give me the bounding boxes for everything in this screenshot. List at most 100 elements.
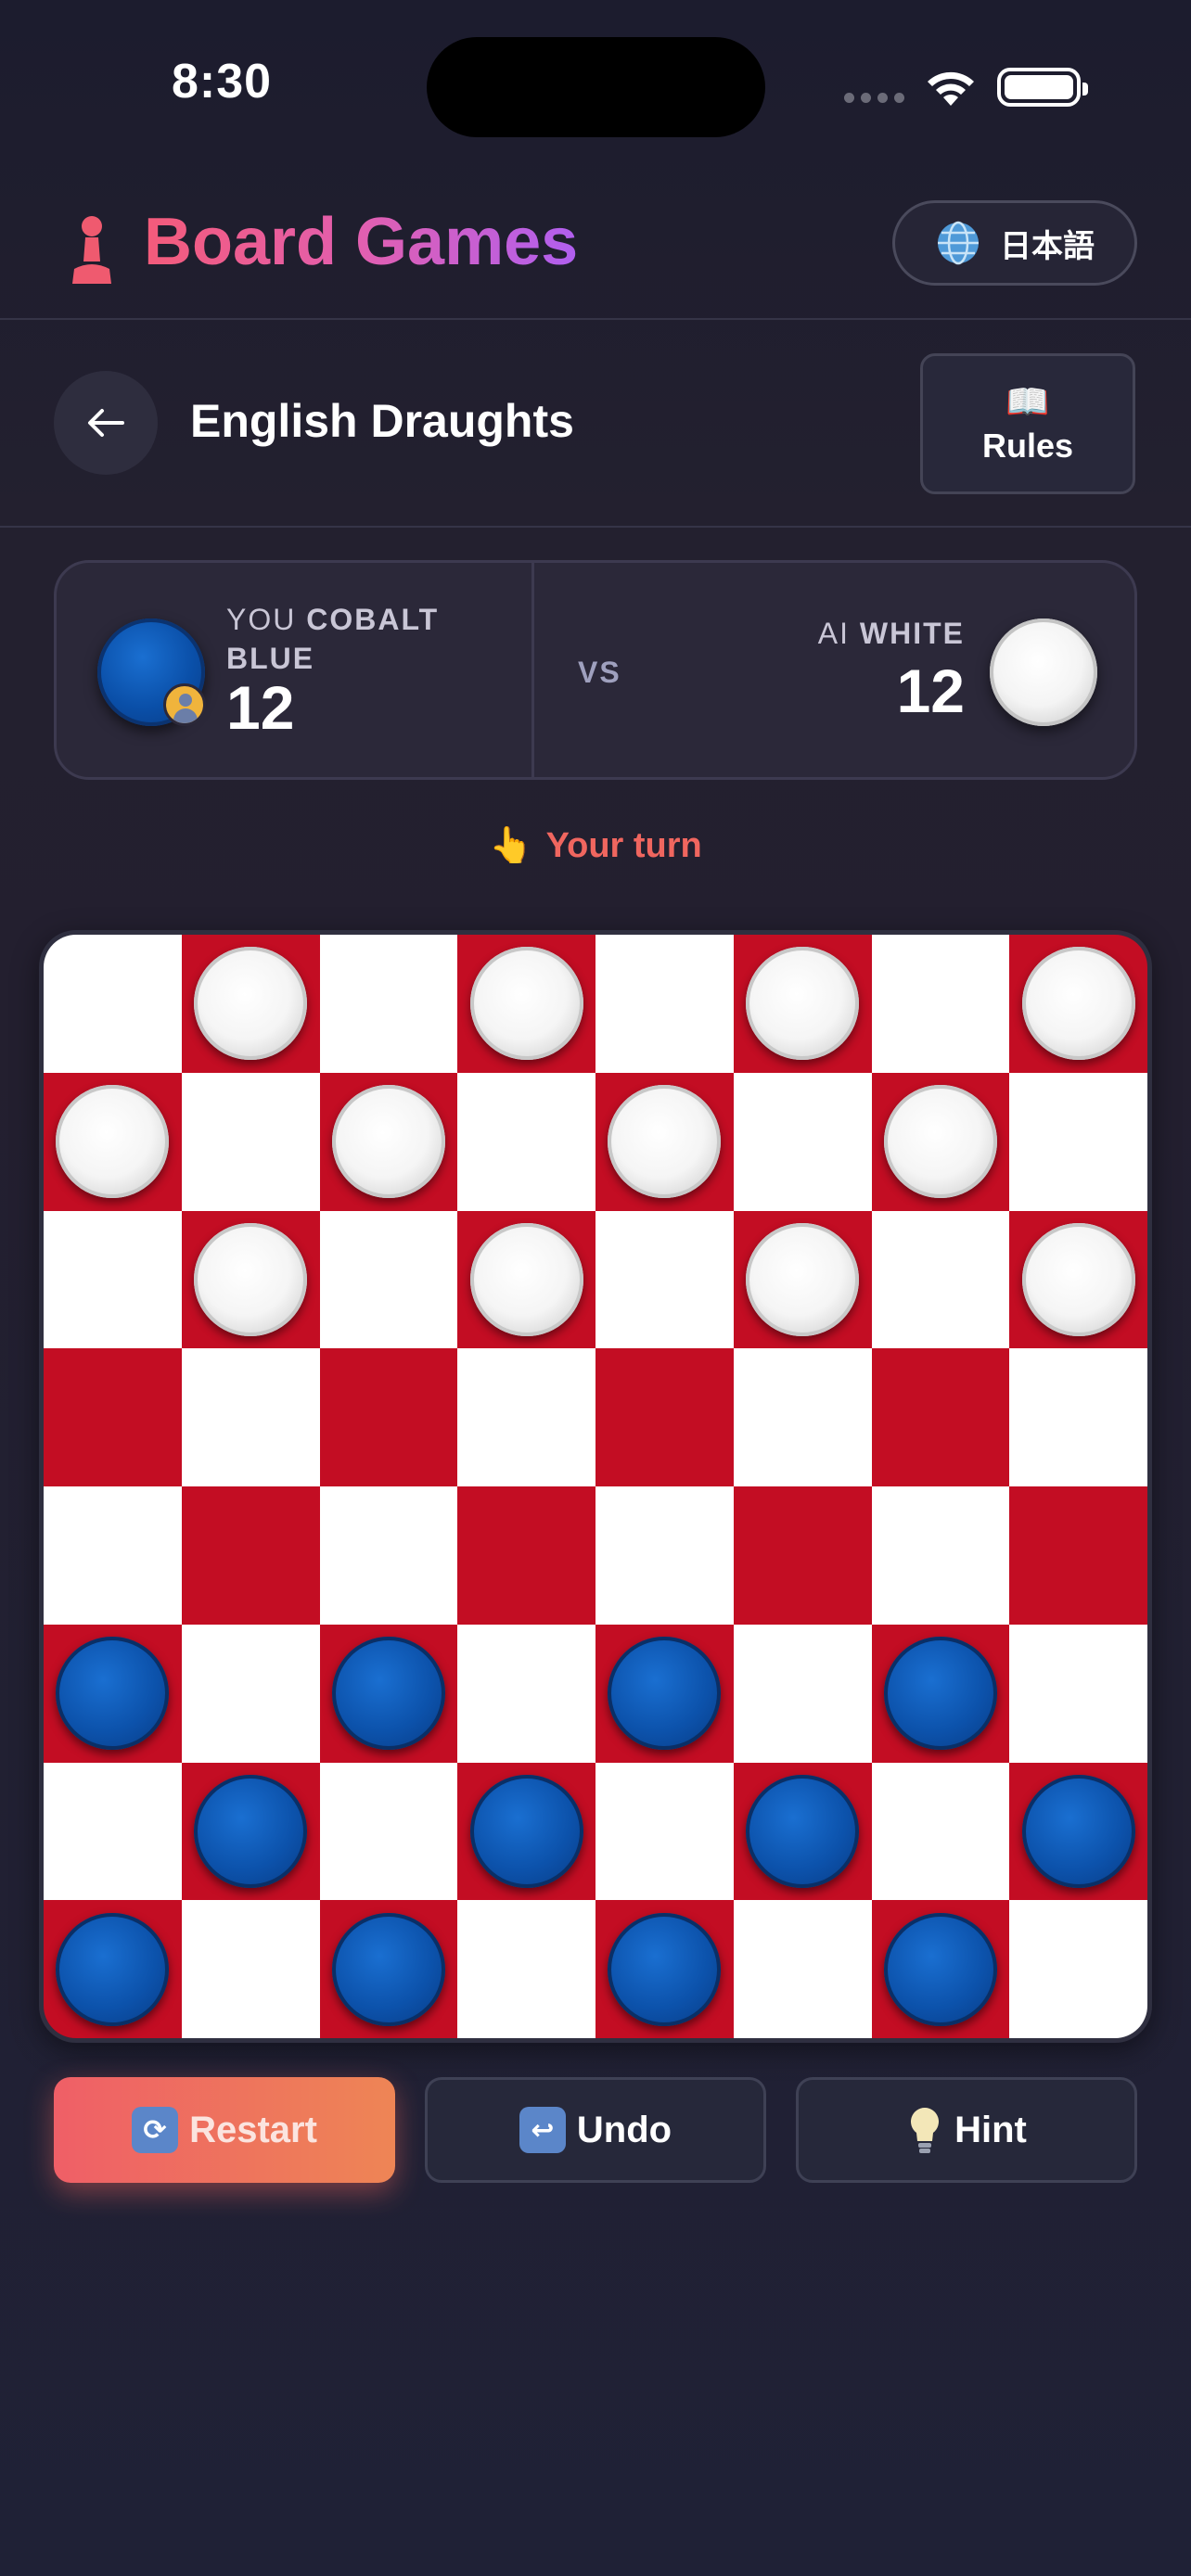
light-square — [44, 935, 182, 1073]
light-square — [319, 935, 458, 1073]
cellular-signal-icon — [844, 93, 904, 103]
light-square — [596, 1486, 734, 1625]
light-square — [181, 1348, 320, 1486]
dynamic-island — [427, 37, 765, 137]
blue-piece[interactable] — [56, 1912, 170, 2026]
language-button[interactable]: 日本語 — [892, 200, 1137, 286]
light-square — [596, 935, 734, 1073]
light-square — [181, 1900, 320, 2038]
blue-piece[interactable] — [608, 1637, 722, 1751]
white-piece — [194, 947, 308, 1061]
dark-square[interactable] — [181, 1486, 320, 1625]
light-square — [733, 1900, 872, 2038]
rules-button[interactable]: 📖 Rules — [920, 353, 1135, 494]
light-square — [871, 935, 1010, 1073]
undo-icon: ↩ — [519, 2107, 566, 2153]
blue-piece[interactable] — [194, 1774, 308, 1888]
dark-square[interactable] — [457, 1486, 596, 1625]
undo-button[interactable]: ↩ Undo — [425, 2077, 766, 2183]
lightbulb-icon — [911, 2108, 940, 2153]
white-piece — [1021, 947, 1135, 1061]
dark-square[interactable] — [596, 1348, 734, 1486]
turn-indicator: 👆 Your turn — [0, 825, 1191, 866]
pointing-hand-icon: 👆 — [489, 826, 533, 865]
white-piece — [746, 1222, 860, 1336]
user-icon — [163, 683, 206, 726]
blue-piece[interactable] — [746, 1774, 860, 1888]
light-square — [871, 1486, 1010, 1625]
white-piece — [883, 1085, 997, 1199]
ai-color-name: WHITE — [859, 617, 965, 650]
ai-piece-count: 12 — [896, 657, 965, 725]
clock: 8:30 — [172, 55, 273, 108]
back-button[interactable] — [54, 371, 158, 475]
light-square — [1009, 1348, 1147, 1486]
status-bar: 8:30 — [0, 0, 1191, 158]
light-square — [733, 1072, 872, 1211]
dark-square[interactable] — [1009, 1486, 1147, 1625]
game-header: English Draughts 📖 Rules — [0, 322, 1191, 528]
blue-piece[interactable] — [469, 1774, 583, 1888]
turn-text: Your turn — [545, 826, 702, 865]
blue-piece[interactable] — [883, 1637, 997, 1751]
board-frame — [39, 930, 1152, 2043]
light-square — [457, 1072, 596, 1211]
light-square — [1009, 1624, 1147, 1763]
dark-square[interactable] — [319, 1348, 458, 1486]
blue-piece[interactable] — [331, 1912, 445, 2026]
action-bar: ⟳ Restart ↩ Undo Hint — [54, 2077, 1137, 2183]
blue-piece[interactable] — [331, 1637, 445, 1751]
restart-button[interactable]: ⟳ Restart — [54, 2077, 395, 2183]
globe-icon — [938, 221, 979, 265]
players-card: YOU COBALT BLUE 12 VS AI WHITE 12 — [54, 560, 1137, 780]
light-square — [733, 1348, 872, 1486]
wifi-icon — [928, 71, 974, 106]
ai-piece-icon — [990, 618, 1097, 726]
light-square — [319, 1762, 458, 1901]
white-piece — [1021, 1222, 1135, 1336]
white-piece — [608, 1085, 722, 1199]
blue-piece[interactable] — [1021, 1774, 1135, 1888]
player-role: YOU — [226, 603, 297, 636]
rules-label: Rules — [981, 427, 1074, 465]
ai-label: AI WHITE — [818, 617, 965, 651]
light-square — [733, 1624, 872, 1763]
light-square — [457, 1348, 596, 1486]
battery-icon — [997, 68, 1088, 107]
dark-square[interactable] — [871, 1348, 1010, 1486]
white-piece — [469, 947, 583, 1061]
light-square — [871, 1210, 1010, 1349]
blue-piece[interactable] — [883, 1912, 997, 2026]
light-square — [319, 1486, 458, 1625]
white-piece — [469, 1222, 583, 1336]
white-piece — [194, 1222, 308, 1336]
white-piece — [331, 1085, 445, 1199]
checkers-board[interactable] — [44, 935, 1147, 2038]
ai-role: AI — [817, 617, 851, 650]
hint-button[interactable]: Hint — [796, 2077, 1137, 2183]
light-square — [1009, 1900, 1147, 2038]
dark-square[interactable] — [44, 1348, 182, 1486]
player-piece-count: 12 — [226, 673, 295, 742]
light-square — [44, 1486, 182, 1625]
light-square — [181, 1072, 320, 1211]
blue-piece[interactable] — [56, 1637, 170, 1751]
dark-square[interactable] — [733, 1486, 872, 1625]
app-header: Board Games 日本語 — [0, 158, 1191, 320]
light-square — [596, 1210, 734, 1349]
blue-piece[interactable] — [608, 1912, 722, 2026]
card-divider — [531, 563, 534, 777]
player-label: YOU COBALT BLUE — [226, 600, 477, 678]
vs-label: VS — [578, 656, 621, 689]
light-square — [871, 1762, 1010, 1901]
app-title: Board Games — [144, 205, 579, 279]
book-icon: 📖 — [1005, 383, 1050, 422]
light-square — [181, 1624, 320, 1763]
white-piece — [746, 947, 860, 1061]
light-square — [1009, 1072, 1147, 1211]
restart-label: Restart — [189, 2109, 317, 2150]
restart-icon: ⟳ — [132, 2107, 179, 2153]
back-arrow-icon — [88, 409, 124, 437]
light-square — [457, 1624, 596, 1763]
light-square — [457, 1900, 596, 2038]
